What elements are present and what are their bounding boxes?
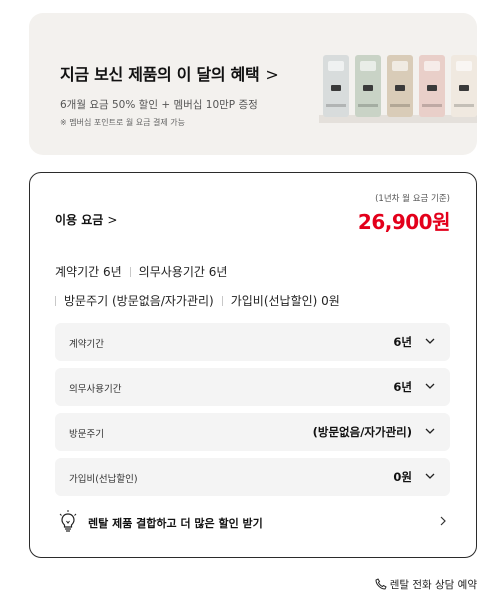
option-value: 6년 — [393, 335, 412, 349]
banner-title[interactable]: 지금 보신 제품의 이 달의 혜택 > — [60, 61, 279, 85]
phone-icon — [375, 578, 387, 590]
chevron-right-icon — [440, 516, 446, 526]
summary-line-1: 계약기간 6년 의무사용기간 6년 — [55, 263, 227, 280]
lightbulb-icon — [59, 510, 77, 532]
mandatory-period-select[interactable]: 의무사용기간 6년 — [55, 368, 450, 406]
banner-subtitle: 6개월 요금 50% 할인 + 멤버십 10만P 증정 — [60, 99, 258, 111]
chevron-right-icon: > — [265, 65, 279, 84]
water-purifier-image — [387, 55, 413, 117]
option-label: 계약기간 — [69, 339, 104, 350]
water-purifier-image — [323, 55, 349, 117]
option-value: 6년 — [393, 380, 412, 394]
summary-mandatory: 의무사용기간 6년 — [138, 265, 228, 279]
fee-label: 이용 요금 — [55, 213, 104, 227]
combine-discount-text: 렌탈 제품 결합하고 더 많은 할인 받기 — [88, 517, 263, 530]
water-purifier-image — [355, 55, 381, 117]
chevron-down-icon — [425, 338, 435, 344]
chevron-right-icon: > — [107, 213, 118, 227]
option-value: (방문없음/자가관리) — [312, 425, 412, 439]
option-value: 0원 — [393, 470, 412, 484]
join-fee-select[interactable]: 가입비(선납할인) 0원 — [55, 458, 450, 496]
water-purifier-image — [419, 55, 445, 117]
water-purifier-image — [451, 55, 477, 117]
fee-link[interactable]: 이용 요금 > — [55, 211, 117, 228]
divider — [129, 267, 131, 277]
combine-discount-link[interactable]: 렌탈 제품 결합하고 더 많은 할인 받기 — [55, 509, 450, 535]
summary-join-fee: 가입비(선납할인) 0원 — [230, 294, 340, 308]
banner-note: ※ 멤버십 포인트로 월 요금 결제 가능 — [60, 118, 185, 127]
rental-fee-card: 이용 요금 > (1년차 월 요금 기준) 26,900원 계약기간 6년 의무사용… — [29, 172, 477, 558]
option-label: 방문주기 — [69, 429, 104, 440]
contract-period-select[interactable]: 계약기간 6년 — [55, 323, 450, 361]
banner-title-text: 지금 보신 제품의 이 달의 혜택 — [60, 65, 260, 84]
fee-price: 26,900원 — [357, 210, 451, 234]
option-label: 의무사용기간 — [69, 384, 122, 395]
call-consult-text: 렌탈 전화 상담 예약 — [389, 579, 477, 591]
option-label: 가입비(선납할인) — [69, 474, 138, 485]
chevron-down-icon — [425, 428, 435, 434]
summary-line-2: 방문주기 (방문없음/자가관리) 가입비(선납할인) 0원 — [55, 292, 340, 309]
divider — [55, 296, 56, 306]
summary-visit: 방문주기 (방문없음/자가관리) — [64, 294, 214, 308]
visit-cycle-select[interactable]: 방문주기 (방문없음/자가관리) — [55, 413, 450, 451]
call-consult-link[interactable]: 렌탈 전화 상담 예약 — [375, 577, 477, 592]
chevron-down-icon — [425, 473, 435, 479]
product-image — [319, 35, 477, 135]
promo-banner[interactable]: 지금 보신 제품의 이 달의 혜택 > 6개월 요금 50% 할인 + 멤버십 1… — [29, 13, 477, 155]
summary-contract: 계약기간 6년 — [55, 265, 122, 279]
fee-basis: (1년차 월 요금 기준) — [375, 194, 450, 204]
chevron-down-icon — [425, 383, 435, 389]
divider — [221, 296, 223, 306]
